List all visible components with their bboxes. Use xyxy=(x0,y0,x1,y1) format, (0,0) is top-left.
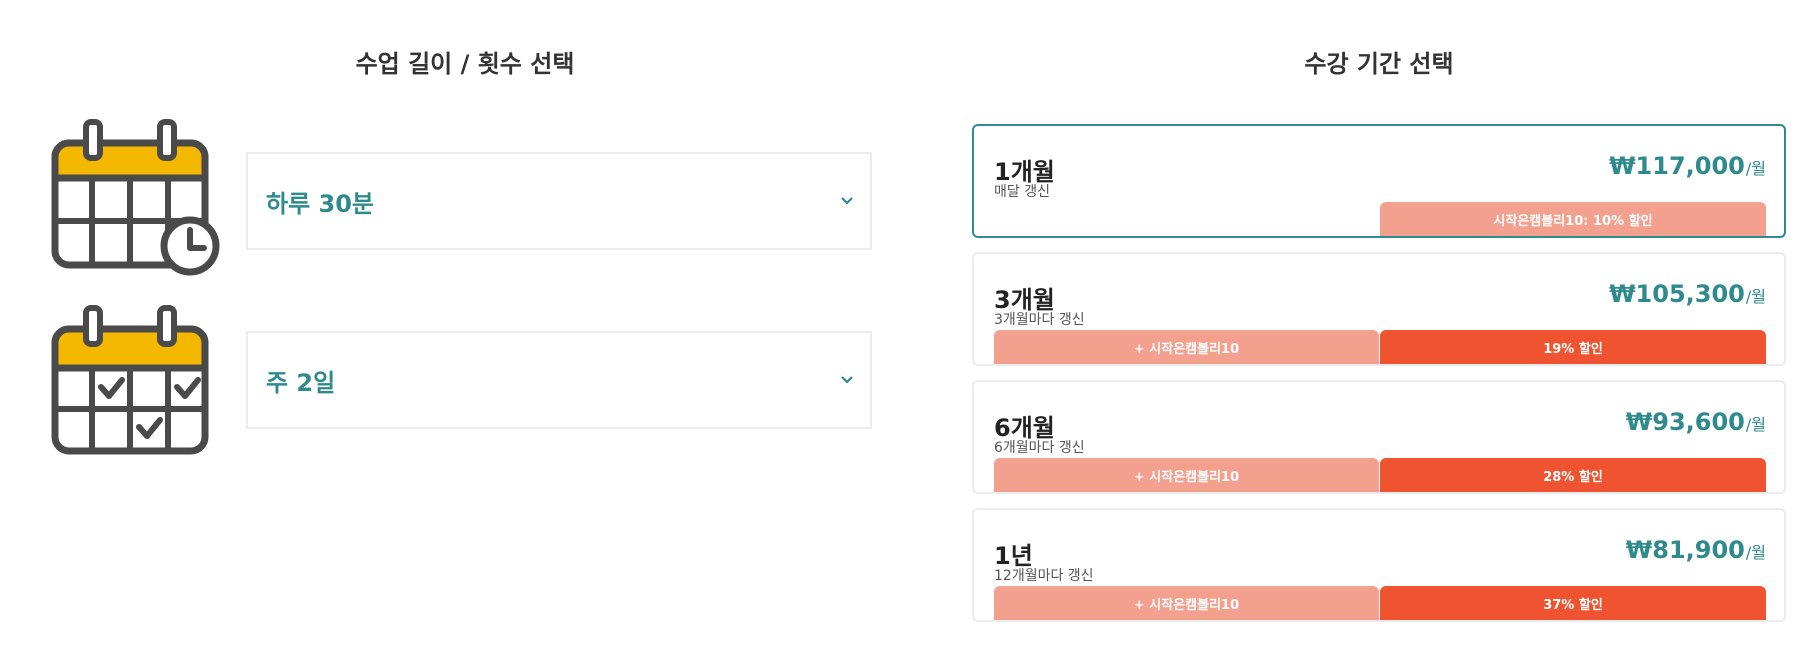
discount-badge: 28% 할인 xyxy=(1380,458,1766,492)
lesson-duration-select[interactable]: 하루 30분 xyxy=(246,152,872,250)
plan-price-group: ₩105,300 /월 xyxy=(1609,280,1766,308)
chevron-down-icon xyxy=(841,197,853,205)
plan-price-unit: /월 xyxy=(1745,287,1766,306)
plan-price-group: ₩81,900 /월 xyxy=(1626,536,1766,564)
discount-badge: 19% 할인 xyxy=(1380,330,1766,364)
plan-renewal: 6개월마다 갱신 xyxy=(994,440,1085,456)
plan-renewal: 3개월마다 갱신 xyxy=(994,312,1085,328)
calendar-clock-icon xyxy=(50,118,222,278)
coupon-badge: + 시작은캠블리10 xyxy=(994,458,1379,492)
lesson-length-title: 수업 길이 / 횟수 선택 xyxy=(355,50,575,78)
lesson-duration-value: 하루 30분 xyxy=(266,189,374,218)
coupon-badge: + 시작은캠블리10 xyxy=(994,586,1379,620)
plan-price: ₩105,300 xyxy=(1609,280,1745,308)
coupon-discount-badge: 시작은캠블리10: 10% 할인 xyxy=(1380,202,1766,236)
plan-price-group: ₩117,000 /월 xyxy=(1609,152,1766,180)
lesson-frequency-value: 주 2일 xyxy=(266,368,336,397)
chevron-down-icon xyxy=(841,376,853,384)
plan-price-group: ₩93,600 /월 xyxy=(1626,408,1766,436)
plan-price: ₩117,000 xyxy=(1609,152,1745,180)
plan-price: ₩93,600 xyxy=(1625,408,1745,436)
plan-card-6-months[interactable]: 6개월 6개월마다 갱신 ₩93,600 /월 + 시작은캠블리10 28% 할… xyxy=(972,380,1786,494)
lesson-frequency-select[interactable]: 주 2일 xyxy=(246,331,872,429)
plan-price-unit: /월 xyxy=(1745,543,1766,562)
plan-price-unit: /월 xyxy=(1745,159,1766,178)
plan-renewal: 매달 갱신 xyxy=(994,184,1050,200)
plan-renewal: 12개월마다 갱신 xyxy=(994,568,1094,584)
plan-price: ₩81,900 xyxy=(1625,536,1745,564)
plan-card-1-year[interactable]: 1년 12개월마다 갱신 ₩81,900 /월 + 시작은캠블리10 37% 할… xyxy=(972,508,1786,622)
discount-badge: 37% 할인 xyxy=(1380,586,1766,620)
subscription-period-title: 수강 기간 선택 xyxy=(1304,50,1454,78)
coupon-badge: + 시작은캠블리10 xyxy=(994,330,1379,364)
plan-card-1-month[interactable]: 1개월 매달 갱신 ₩117,000 /월 시작은캠블리10: 10% 할인 xyxy=(972,124,1786,238)
calendar-check-icon xyxy=(50,304,222,464)
plan-card-3-months[interactable]: 3개월 3개월마다 갱신 ₩105,300 /월 + 시작은캠블리10 19% … xyxy=(972,252,1786,366)
plan-price-unit: /월 xyxy=(1745,415,1766,434)
